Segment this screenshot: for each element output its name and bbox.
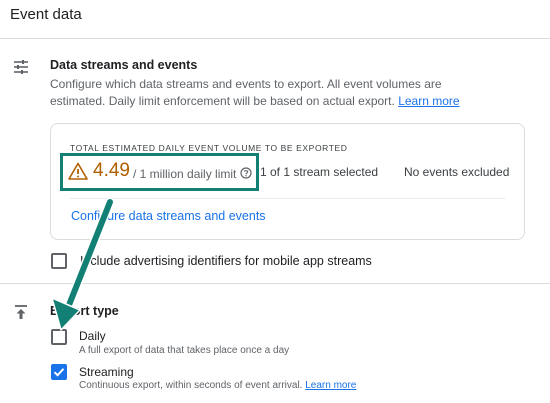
- daily-description: A full export of data that takes place o…: [79, 345, 290, 356]
- event-volume-label: TOTAL ESTIMATED DAILY EVENT VOLUME TO BE…: [70, 143, 348, 153]
- check-icon: [53, 368, 65, 377]
- daily-title: Daily: [79, 329, 106, 343]
- upload-icon: [12, 303, 30, 321]
- streaming-checkbox[interactable]: [51, 364, 67, 380]
- advertising-ids-checkbox[interactable]: [51, 253, 67, 269]
- data-streams-title: Data streams and events: [50, 58, 198, 72]
- volume-value: 4.49: [93, 160, 130, 181]
- advertising-ids-label: Include advertising identifiers for mobi…: [80, 254, 372, 268]
- header-divider: [0, 38, 550, 39]
- warning-icon: [68, 162, 88, 180]
- learn-more-link[interactable]: Learn more: [398, 94, 459, 108]
- streaming-learn-more-link[interactable]: Learn more: [305, 380, 356, 391]
- streaming-description-text: Continuous export, within seconds of eve…: [79, 380, 303, 391]
- tune-icon: [12, 58, 30, 76]
- volume-limit: / 1 million daily limit: [133, 167, 237, 181]
- streaming-title: Streaming: [79, 365, 134, 379]
- configure-streams-link[interactable]: Configure data streams and events: [71, 209, 266, 223]
- section-divider: [0, 283, 550, 284]
- daily-checkbox[interactable]: [51, 329, 67, 345]
- events-excluded: No events excluded: [404, 165, 510, 179]
- export-type-title: Export type: [50, 304, 119, 318]
- page-title: Event data: [10, 6, 82, 23]
- data-streams-description: Configure which data streams and events …: [50, 76, 460, 109]
- help-icon[interactable]: [240, 166, 252, 179]
- streams-selected: 1 of 1 stream selected: [260, 165, 379, 179]
- card-divider: [70, 198, 505, 199]
- streaming-description: Continuous export, within seconds of eve…: [79, 380, 356, 391]
- description-text: Configure which data streams and events …: [50, 77, 442, 108]
